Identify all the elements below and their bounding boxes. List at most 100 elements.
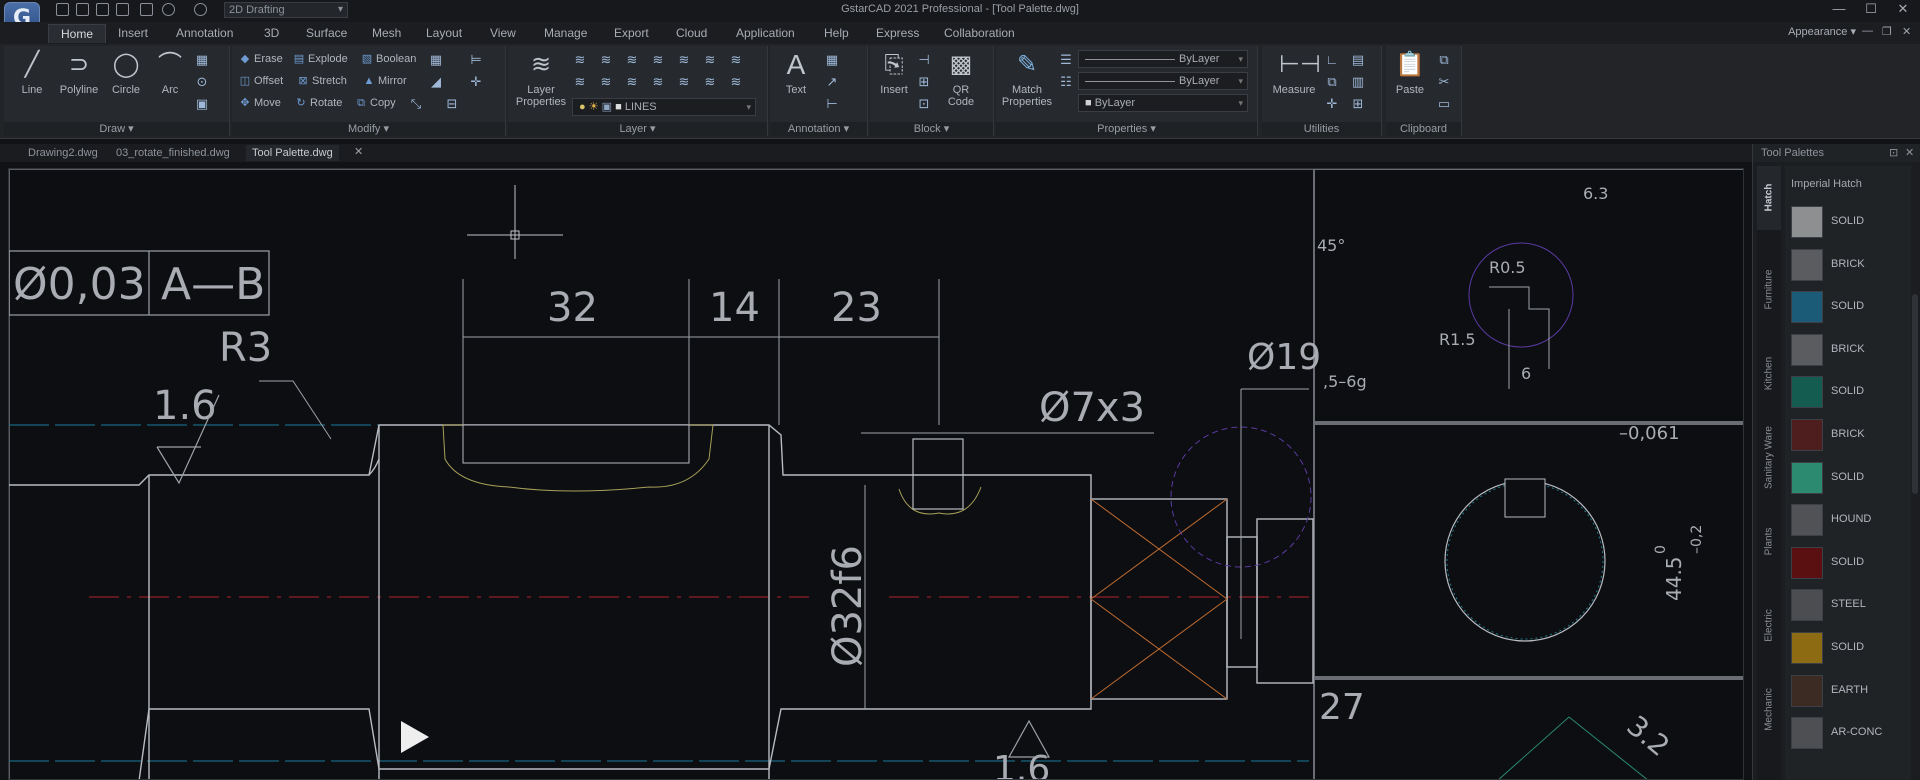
layer-freeze-icon[interactable]: ≋ [650, 52, 666, 68]
palette-item[interactable]: AR-CONC [1791, 715, 1911, 751]
rectangle-icon[interactable]: ▦ [194, 52, 210, 68]
tab-layout[interactable]: Layout [420, 25, 468, 41]
palette-item[interactable]: BRICK [1791, 247, 1911, 283]
copy-base-icon[interactable]: ▭ [1436, 96, 1452, 112]
tab-collaboration[interactable]: Collaboration [938, 25, 1021, 41]
layer-unisolate-icon[interactable]: ≋ [572, 74, 588, 90]
appearance-menu[interactable]: Appearance ▾ [1788, 25, 1856, 38]
layer-lock-icon[interactable]: ≋ [676, 52, 692, 68]
match-properties-button[interactable]: ✎ Match Properties [1000, 50, 1054, 108]
layer-delete-icon[interactable]: ≋ [728, 74, 744, 90]
stretch-button[interactable]: ⊠ Stretch [296, 72, 346, 90]
paste-button[interactable]: 📋 Paste [1390, 50, 1430, 96]
layer-state-icon[interactable]: ≋ [572, 52, 588, 68]
lineweight-select[interactable]: ByLayer [1078, 50, 1248, 68]
doc-minimize-button[interactable]: — [1862, 25, 1873, 37]
ellipse-icon[interactable]: ⊙ [194, 74, 210, 90]
palette-item[interactable]: EARTH [1791, 673, 1911, 709]
modify-panel-title[interactable]: Modify ▾ [232, 122, 505, 136]
dimension-icon[interactable]: ⊢ [824, 96, 840, 112]
clipboard-panel-title[interactable]: Clipboard [1386, 122, 1461, 136]
block-panel-title[interactable]: Block ▾ [870, 122, 993, 136]
palette-tab-kitchen[interactable]: Kitchen [1757, 334, 1781, 414]
tab-express[interactable]: Express [870, 25, 925, 41]
tab-export[interactable]: Export [608, 25, 655, 41]
close-button[interactable]: ✕ [1888, 2, 1918, 18]
calculator-icon[interactable]: ⊞ [1350, 96, 1366, 112]
measure-button[interactable]: ⊢⊣ Measure [1266, 50, 1322, 96]
tab-help[interactable]: Help [818, 25, 855, 41]
linetype-select[interactable]: ByLayer [1078, 72, 1248, 90]
palette-tab-plants[interactable]: Plants [1757, 502, 1781, 582]
boolean-button[interactable]: ▧ Boolean [360, 50, 417, 68]
leader-icon[interactable]: ↗ [824, 74, 840, 90]
trim-icon[interactable]: ✛ [468, 74, 484, 90]
layer-isolate-icon[interactable]: ≋ [598, 52, 614, 68]
annotation-panel-title[interactable]: Annotation ▾ [770, 122, 867, 136]
line-button[interactable]: ╱ Line [12, 50, 52, 96]
layer-match-icon[interactable]: ≋ [702, 52, 718, 68]
maximize-button[interactable]: ☐ [1856, 2, 1886, 18]
attribute-icon[interactable]: ⊡ [916, 96, 932, 112]
point-style-icon[interactable]: ✛ [1324, 96, 1340, 112]
palette-item[interactable]: BRICK [1791, 417, 1911, 453]
hatch-icon[interactable]: ▣ [194, 96, 210, 112]
copy-button[interactable]: ⧉ Copy [354, 94, 396, 112]
copy-clip-icon[interactable]: ⧉ [1436, 52, 1452, 68]
arc-button[interactable]: ⌒ Arc [150, 50, 190, 96]
tab-manage[interactable]: Manage [538, 25, 593, 41]
palette-item[interactable]: SOLID [1791, 545, 1911, 581]
fillet-icon[interactable]: ◢ [428, 74, 444, 90]
palette-scrollbar[interactable] [1912, 294, 1918, 494]
table-icon[interactable]: ▦ [824, 52, 840, 68]
palette-close-icon[interactable]: ✕ [1905, 144, 1914, 162]
palette-item[interactable]: STEEL [1791, 587, 1911, 623]
palette-item[interactable]: SOLID [1791, 374, 1911, 410]
doc-tab-rotate-finished[interactable]: 03_rotate_finished.dwg [110, 145, 236, 161]
array-icon[interactable]: ▦ [428, 52, 444, 68]
layer-unlock-icon[interactable]: ≋ [650, 74, 666, 90]
doc-tab-tool-palette[interactable]: Tool Palette.dwg [246, 145, 339, 161]
palette-tab-hatch[interactable]: Hatch [1757, 166, 1781, 230]
quick-select-icon[interactable]: ▤ [1350, 52, 1366, 68]
block-edit-icon[interactable]: ⊣ [916, 52, 932, 68]
doc-restore-button[interactable]: ❐ [1882, 25, 1892, 38]
color-select[interactable]: ■ ByLayer [1078, 94, 1248, 112]
cut-icon[interactable]: ✂ [1436, 74, 1452, 90]
layer-off-icon[interactable]: ≋ [624, 52, 640, 68]
tab-annotation[interactable]: Annotation [170, 25, 239, 41]
properties-panel-title[interactable]: Properties ▾ [996, 122, 1257, 136]
block-create-icon[interactable]: ⊞ [916, 74, 932, 90]
palette-tab-mechanic[interactable]: Mechanic [1757, 670, 1781, 750]
layer-merge-icon[interactable]: ≋ [728, 52, 744, 68]
layer-properties-button[interactable]: ≋ Layer Properties [512, 50, 570, 108]
layer-panel-title[interactable]: Layer ▾ [508, 122, 767, 136]
tab-home[interactable]: Home [48, 24, 107, 43]
insert-button[interactable]: ⎘ Insert [874, 50, 914, 96]
palette-tab-electric[interactable]: Electric [1757, 586, 1781, 666]
palette-item[interactable]: HOUND [1791, 502, 1911, 538]
minimize-button[interactable]: — [1824, 2, 1854, 18]
palette-item[interactable]: SOLID [1791, 289, 1911, 325]
layer-on-icon[interactable]: ≋ [598, 74, 614, 90]
tab-insert[interactable]: Insert [112, 25, 154, 41]
rotate-button[interactable]: ↻ Rotate [294, 94, 342, 112]
palette-item[interactable]: SOLID [1791, 460, 1911, 496]
doc-close-button[interactable]: ✕ [1902, 25, 1911, 38]
erase-button[interactable]: ◆ Erase [238, 50, 283, 68]
qr-code-button[interactable]: ▩ QR Code [936, 50, 986, 108]
list-icon[interactable]: ▥ [1350, 74, 1366, 90]
tab-view[interactable]: View [484, 25, 522, 41]
tab-mesh[interactable]: Mesh [366, 25, 407, 41]
polyline-button[interactable]: ⊃ Polyline [54, 50, 104, 96]
palette-pin-icon[interactable]: ⊡ [1889, 144, 1898, 162]
drawing-canvas[interactable]: Ø0,03 A—B 32 14 23 R3 1.6 Ø7x3 Ø19 Ø32f6… [8, 168, 1744, 780]
layer-walk-icon[interactable]: ≋ [702, 74, 718, 90]
palette-tab-sanitary-ware[interactable]: Sanitary Ware [1757, 418, 1781, 498]
explode-button[interactable]: ▤ Explode [292, 50, 348, 68]
palette-item[interactable]: SOLID [1791, 204, 1911, 240]
doc-tab-drawing2[interactable]: Drawing2.dwg [22, 145, 104, 161]
break-icon[interactable]: ⊟ [444, 96, 460, 112]
select-similar-icon[interactable]: ⧉ [1324, 74, 1340, 90]
draw-panel-title[interactable]: Draw ▾ [4, 122, 229, 136]
